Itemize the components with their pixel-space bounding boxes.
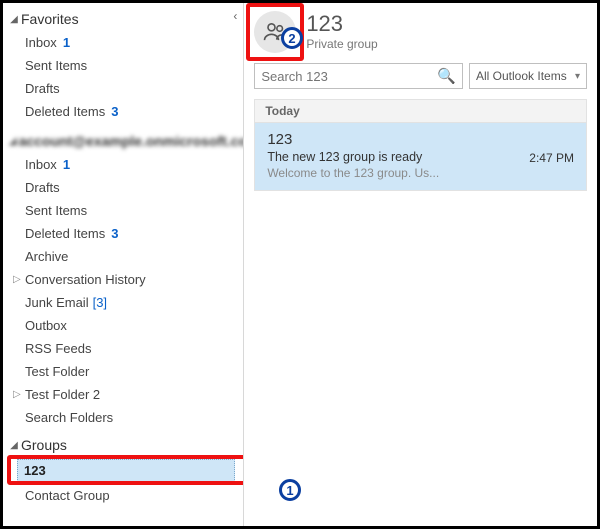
folder-outbox[interactable]: Outbox (3, 314, 243, 337)
annotation-badge-2: 2 (281, 27, 303, 49)
group-title: 123 (306, 13, 377, 35)
folder-drafts[interactable]: Drafts (3, 176, 243, 199)
account-label: account@example.onmicrosoft.com (19, 133, 245, 149)
folder-inbox[interactable]: Inbox 1 (3, 31, 243, 54)
chevron-down-icon: ▾ (575, 71, 580, 82)
account-folder-list: Inbox1 Drafts Sent Items Deleted Items3 … (3, 151, 243, 435)
account-header[interactable]: ◢ account@example.onmicrosoft.com (3, 129, 243, 151)
filter-label: All Outlook Items (476, 69, 567, 83)
filter-dropdown[interactable]: All Outlook Items ▾ (469, 63, 587, 89)
day-header: Today (255, 100, 586, 123)
group-item-selected[interactable]: 123 (17, 459, 235, 482)
favorites-list: Inbox 1 Sent Items Drafts Deleted Items … (3, 29, 243, 129)
chevron-right-icon: ▷ (13, 389, 23, 400)
folder-archive[interactable]: Archive (3, 245, 243, 268)
chevron-down-icon: ◢ (9, 440, 19, 451)
folder-inbox[interactable]: Inbox1 (3, 153, 243, 176)
folder-rss-feeds[interactable]: RSS Feeds (3, 337, 243, 360)
folder-conversation-history[interactable]: ▷Conversation History (3, 268, 243, 291)
search-input[interactable] (261, 69, 437, 84)
message-item[interactable]: 123 The new 123 group is ready Welcome t… (255, 123, 586, 190)
chevron-down-icon: ◢ (9, 14, 19, 25)
folder-pane: ‹ ◢ Favorites Inbox 1 Sent Items Drafts … (3, 3, 244, 526)
message-from: 123 (267, 131, 574, 148)
group-item-contact-group[interactable]: Contact Group (3, 484, 243, 507)
search-row: 🔍 All Outlook Items ▾ (254, 63, 587, 89)
outlook-window: ‹ ◢ Favorites Inbox 1 Sent Items Drafts … (0, 0, 600, 529)
favorites-header[interactable]: ◢ Favorites (3, 9, 243, 29)
reading-pane: 123 Private group 🔍 All Outlook Items ▾ … (244, 3, 597, 526)
message-subject: The new 123 group is ready (267, 150, 574, 164)
message-preview: Welcome to the 123 group. Us... (267, 166, 574, 180)
chevron-right-icon: ▷ (13, 274, 23, 285)
chevron-down-icon: ◢ (9, 136, 17, 147)
folder-search-folders[interactable]: Search Folders (3, 406, 243, 429)
group-subtitle: Private group (306, 37, 377, 51)
group-header: 123 Private group (254, 11, 587, 53)
groups-label: Groups (21, 437, 67, 453)
message-time: 2:47 PM (529, 151, 574, 165)
folder-sent-items[interactable]: Sent Items (3, 54, 243, 77)
collapse-pane-icon[interactable]: ‹ (233, 9, 237, 23)
search-icon[interactable]: 🔍 (437, 67, 456, 85)
folder-junk-email[interactable]: Junk Email[3] (3, 291, 243, 314)
favorites-label: Favorites (21, 11, 79, 27)
folder-deleted-items[interactable]: Deleted Items3 (3, 222, 243, 245)
annotation-badge-1: 1 (279, 479, 301, 501)
groups-list: 123 Contact Group (3, 455, 243, 513)
folder-test-folder[interactable]: Test Folder (3, 360, 243, 383)
groups-header[interactable]: ◢ Groups (3, 435, 243, 455)
folder-deleted-items[interactable]: Deleted Items 3 (3, 100, 243, 123)
folder-drafts[interactable]: Drafts (3, 77, 243, 100)
folder-test-folder-2[interactable]: ▷Test Folder 2 (3, 383, 243, 406)
folder-sent-items[interactable]: Sent Items (3, 199, 243, 222)
message-list: Today 123 The new 123 group is ready Wel… (254, 99, 587, 191)
group-item-label: 123 (24, 463, 46, 478)
search-box[interactable]: 🔍 (254, 63, 463, 89)
